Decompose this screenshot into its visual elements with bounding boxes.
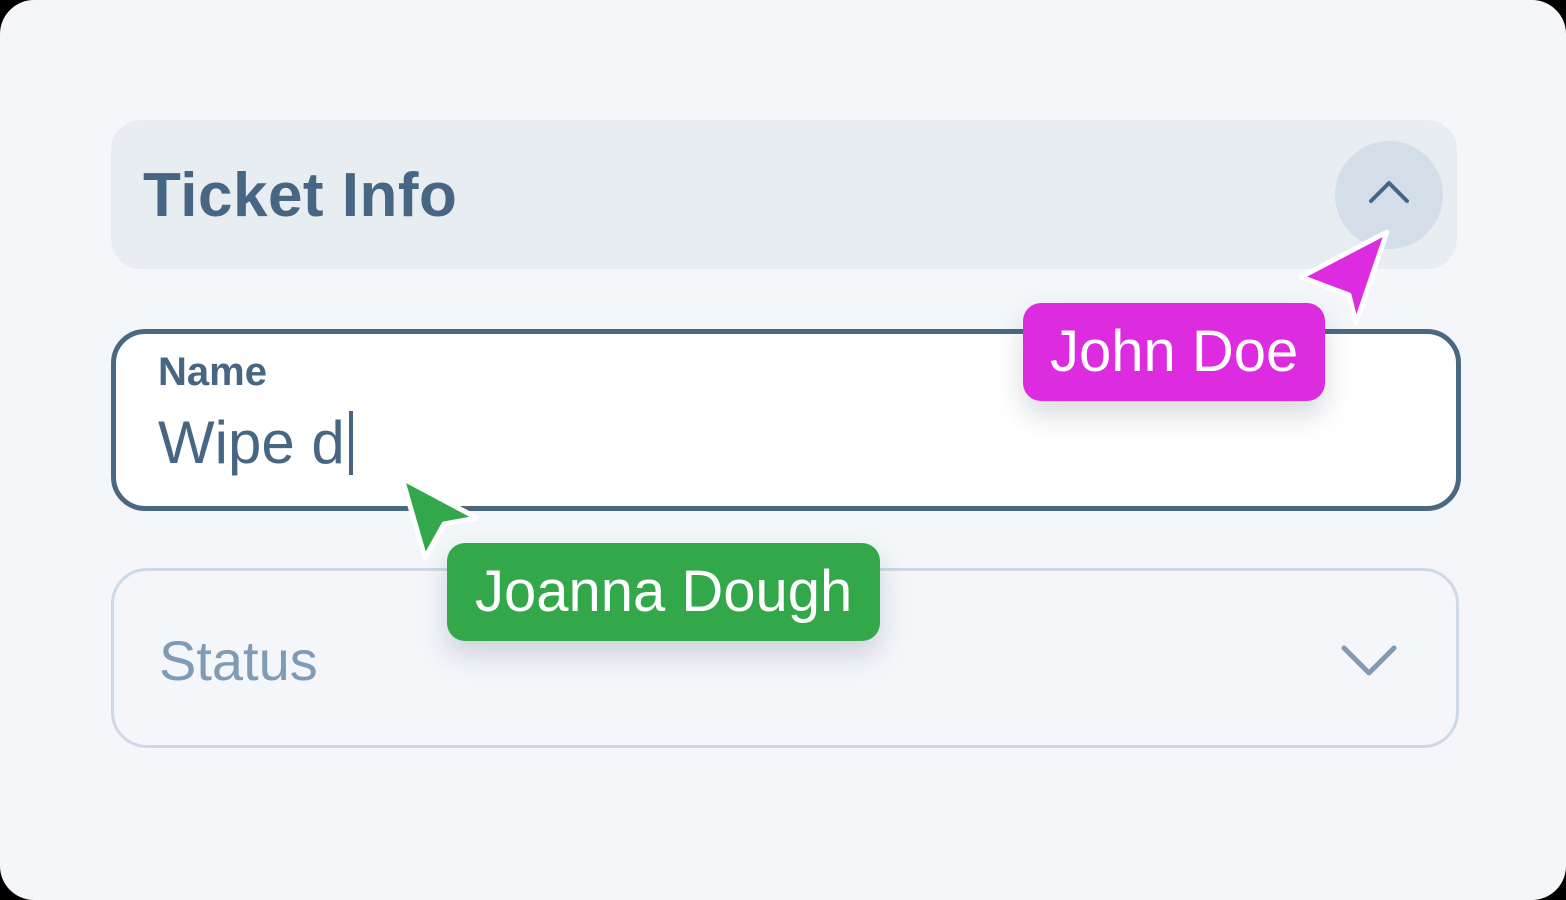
status-placeholder: Status: [159, 629, 318, 692]
text-caret: [348, 411, 353, 475]
collaborator-label-joanna: Joanna Dough: [447, 543, 881, 641]
chevron-down-icon[interactable]: [1340, 643, 1398, 677]
collaborator-label-john: John Doe: [1023, 303, 1326, 401]
name-input-value: Wipe d: [158, 409, 345, 476]
name-label: Name: [158, 350, 267, 394]
section-header[interactable]: Ticket Info: [111, 120, 1457, 269]
section-title: Ticket Info: [143, 161, 458, 230]
name-input[interactable]: Wipe d: [158, 408, 353, 478]
chevron-up-icon: [1369, 181, 1409, 203]
form-window: Ticket Info Name Wipe d Status John Doe …: [0, 0, 1566, 900]
